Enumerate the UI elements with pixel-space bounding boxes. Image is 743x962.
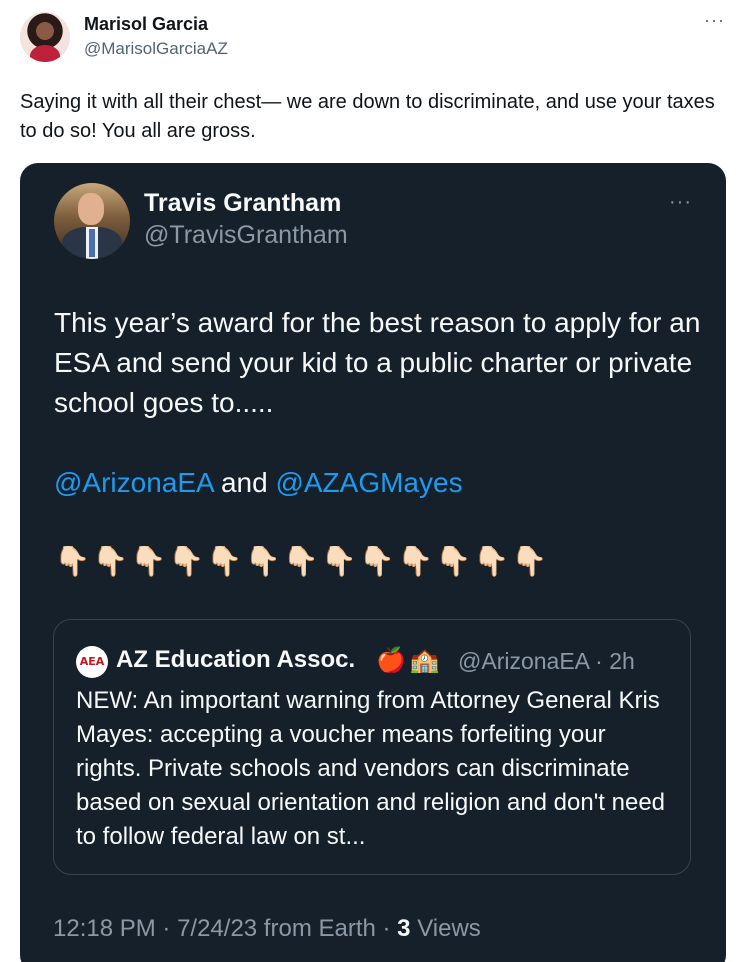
separator: · [375,915,398,942]
quoted-tweet-card[interactable]: AEA AZ Education Assoc. 🍎 🏫 @ArizonaEA · … [53,619,691,875]
quoted-author-name[interactable]: AZ Education Assoc. [116,646,355,674]
apple-emoji-icon: 🍎 [376,646,406,674]
school-emoji-icon: 🏫 [409,646,440,674]
views-count[interactable]: 3 [397,915,410,942]
pointing-down-emoji-row: 👇🏻👇🏻👇🏻👇🏻👇🏻👇🏻👇🏻👇🏻👇🏻👇🏻👇🏻👇🏻👇🏻 [54,544,550,578]
embedded-tweet-card[interactable]: Travis Grantham @TravisGrantham ··· This… [20,163,726,962]
mention-joiner: and [213,467,276,498]
views-label[interactable]: Views [411,915,481,942]
author-handle[interactable]: @MarisolGarciaAZ [84,39,228,59]
outer-tweet-header: Marisol Garcia @MarisolGarciaAZ ··· [20,10,725,64]
embedded-tweet-text: This year’s award for the best reason to… [54,307,701,418]
embedded-author-name[interactable]: Travis Grantham [144,189,341,218]
quoted-author-handle[interactable]: @ArizonaEA [458,648,589,674]
timestamp-row: 12:18 PM · 7/24/23 from Earth · 3 Views [53,915,481,943]
tweet-text: Saying it with all their chest— we are d… [20,91,715,142]
embedded-avatar[interactable] [54,183,130,259]
mention-azagmayes-link[interactable]: @AZAGMayes [275,467,462,498]
tweet-source: from Earth [257,915,376,942]
quoted-author-handle-time: @ArizonaEA · 2h [458,648,635,675]
quoted-author-emojis: 🍎 🏫 [376,646,440,674]
mentions-line: @ArizonaEA and @AZAGMayes [54,463,463,503]
embedded-author-handle[interactable]: @TravisGrantham [144,221,348,250]
avatar[interactable] [20,12,70,62]
more-options-icon[interactable]: ··· [704,10,725,31]
separator: · [155,915,178,942]
tweet-time[interactable]: 12:18 PM [53,915,156,942]
mention-arizonaea-link[interactable]: @ArizonaEA [54,467,213,498]
quoted-tweet-text: NEW: An important warning from Attorney … [76,687,666,850]
aea-logo-icon: AEA [76,646,108,678]
tweet-date[interactable]: 7/24/23 [177,915,257,942]
quoted-time-ago[interactable]: · 2h [589,648,635,674]
embedded-more-options-icon[interactable]: ··· [669,191,692,214]
author-name[interactable]: Marisol Garcia [84,14,208,35]
